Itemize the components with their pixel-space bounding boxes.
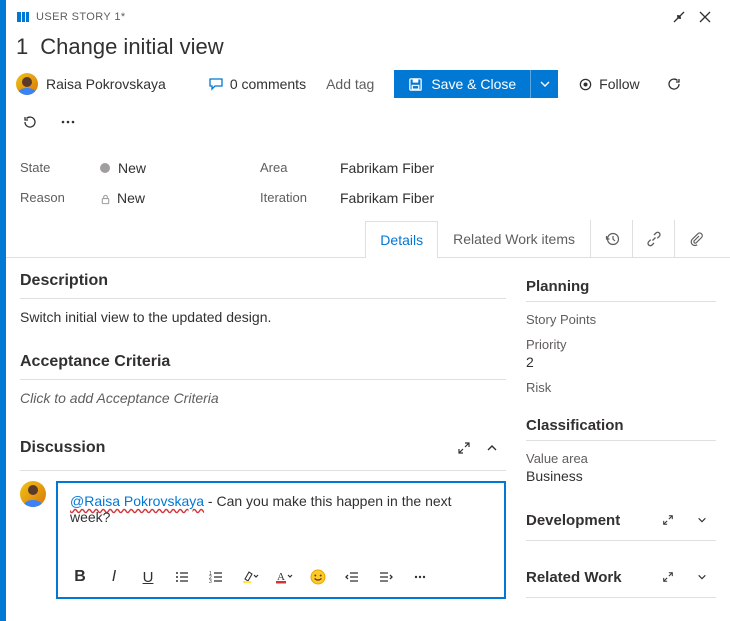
more-actions-icon[interactable] — [54, 108, 82, 136]
area-field[interactable]: Fabrikam Fiber — [340, 160, 716, 176]
discussion-editor[interactable]: @Raisa Pokrovskaya - Can you make this h… — [56, 481, 506, 599]
svg-text:3: 3 — [209, 579, 212, 585]
classification-heading: Classification — [526, 417, 716, 434]
development-chevron-icon[interactable] — [688, 506, 716, 534]
related-expand-icon[interactable] — [654, 563, 682, 591]
priority-label: Priority — [526, 337, 716, 352]
save-dropdown-button[interactable] — [530, 70, 558, 98]
close-icon[interactable] — [694, 6, 716, 28]
description-content[interactable]: Switch initial view to the updated desig… — [20, 309, 506, 325]
work-item-id: 1 — [16, 34, 28, 60]
restore-window-icon[interactable] — [668, 6, 690, 28]
acceptance-criteria-placeholder[interactable]: Click to add Acceptance Criteria — [20, 390, 506, 406]
comments-button[interactable]: 0 comments — [208, 76, 306, 92]
iteration-field[interactable]: Fabrikam Fiber — [340, 190, 716, 206]
tab-links-icon[interactable] — [632, 220, 674, 257]
story-points-label: Story Points — [526, 312, 716, 327]
editor-outdent-button[interactable] — [338, 563, 366, 591]
follow-button[interactable]: Follow — [568, 72, 649, 96]
discussion-collapse-icon[interactable] — [478, 434, 506, 462]
editor-highlight-button[interactable] — [236, 563, 264, 591]
discussion-editor-content[interactable]: @Raisa Pokrovskaya - Can you make this h… — [58, 483, 504, 557]
editor-emoji-button[interactable] — [304, 563, 332, 591]
revert-icon[interactable] — [16, 108, 44, 136]
work-item-title[interactable]: Change initial view — [40, 34, 223, 60]
assignee-name: Raisa Pokrovskaya — [46, 76, 166, 92]
editor-bold-button[interactable]: B — [66, 563, 94, 591]
tab-attachments-icon[interactable] — [674, 220, 716, 257]
editor-italic-button[interactable]: I — [100, 563, 128, 591]
description-heading: Description — [20, 272, 506, 299]
tab-details[interactable]: Details — [365, 221, 438, 258]
state-dot-icon — [100, 163, 110, 173]
editor-bulleted-list-button[interactable] — [168, 563, 196, 591]
acceptance-criteria-heading: Acceptance Criteria — [20, 353, 506, 380]
discussion-avatar — [20, 481, 46, 507]
planning-heading: Planning — [526, 278, 716, 295]
follow-label: Follow — [599, 76, 639, 92]
risk-label: Risk — [526, 380, 716, 395]
value-area-label: Value area — [526, 451, 716, 466]
development-heading: Development — [526, 512, 648, 529]
work-item-type-label: USER STORY 1* — [36, 11, 126, 23]
priority-field[interactable]: 2 — [526, 354, 716, 370]
editor-indent-button[interactable] — [372, 563, 400, 591]
tab-related-work-items[interactable]: Related Work items — [438, 220, 590, 257]
value-area-field[interactable]: Business — [526, 468, 716, 484]
add-tag-button[interactable]: Add tag — [316, 72, 384, 96]
lock-icon — [100, 194, 111, 205]
work-item-type-icon — [16, 10, 30, 24]
reason-field[interactable]: New — [100, 190, 260, 206]
state-field[interactable]: New — [100, 160, 260, 176]
reason-label: Reason — [20, 190, 100, 206]
iteration-label: Iteration — [260, 190, 340, 206]
save-button-label: Save & Close — [431, 76, 516, 92]
tab-history-icon[interactable] — [590, 220, 632, 257]
mention[interactable]: @Raisa Pokrovskaya — [70, 493, 204, 509]
editor-font-color-button[interactable]: A — [270, 563, 298, 591]
state-label: State — [20, 160, 100, 176]
editor-numbered-list-button[interactable]: 123 — [202, 563, 230, 591]
save-and-close-button[interactable]: Save & Close — [394, 70, 530, 98]
discussion-expand-icon[interactable] — [450, 434, 478, 462]
related-work-heading: Related Work — [526, 569, 648, 586]
discussion-heading: Discussion — [20, 439, 450, 457]
comments-label: 0 comments — [230, 76, 306, 92]
avatar — [16, 73, 38, 95]
related-chevron-icon[interactable] — [688, 563, 716, 591]
refresh-icon[interactable] — [660, 70, 688, 98]
editor-more-button[interactable] — [406, 563, 434, 591]
editor-underline-button[interactable]: U — [134, 563, 162, 591]
area-label: Area — [260, 160, 340, 176]
development-expand-icon[interactable] — [654, 506, 682, 534]
assignee-picker[interactable]: Raisa Pokrovskaya — [16, 73, 166, 95]
